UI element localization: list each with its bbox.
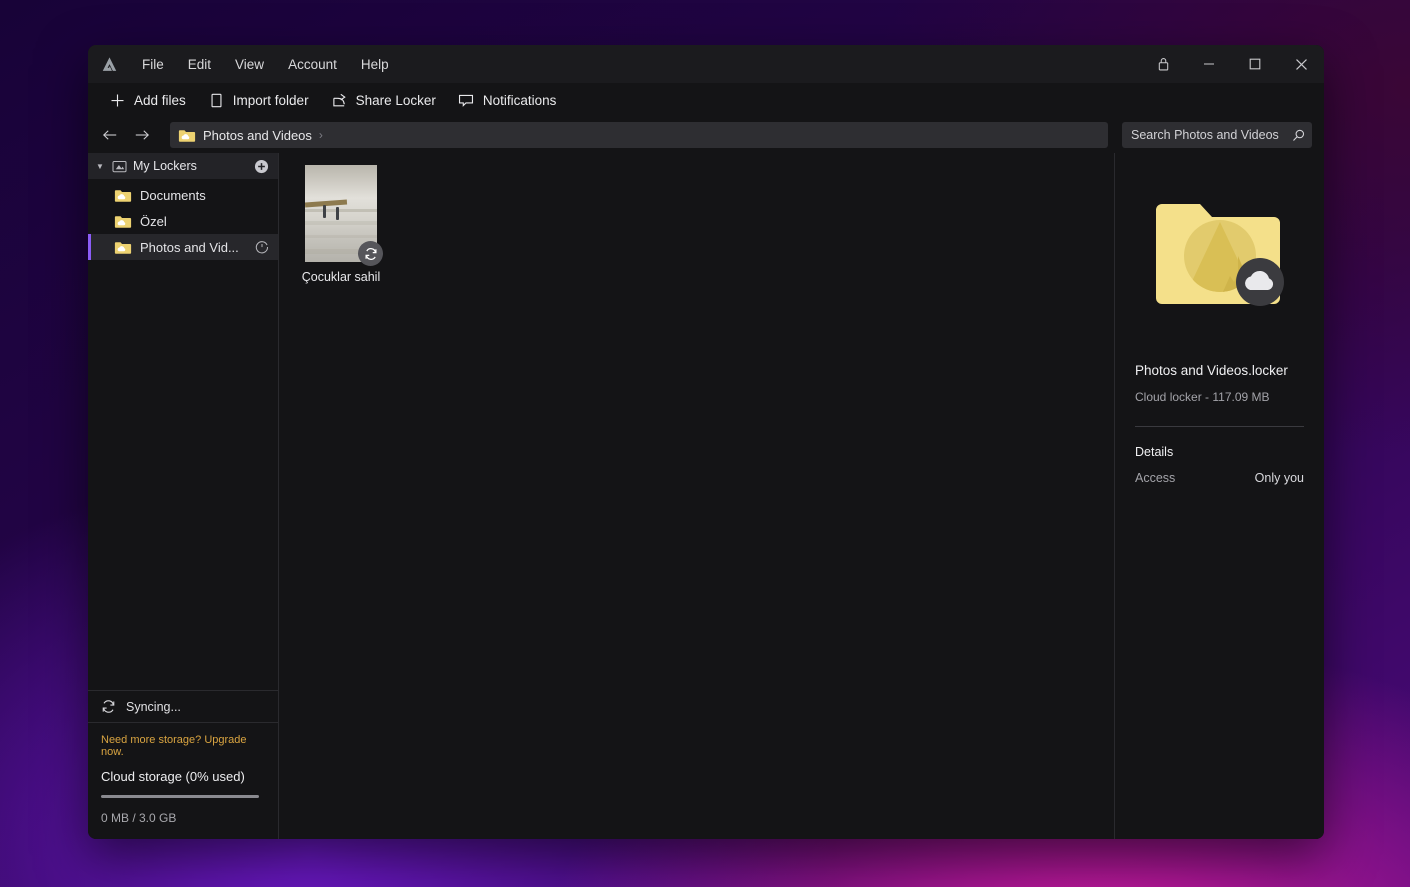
details-row-key: Access xyxy=(1135,471,1176,485)
sync-status-label: Syncing... xyxy=(126,699,181,714)
upgrade-storage-link[interactable]: Need more storage? Upgrade now. xyxy=(101,734,265,758)
chevron-down-icon[interactable]: ▼ xyxy=(94,162,106,171)
forward-button[interactable] xyxy=(128,122,156,148)
sidebar: ▼ My Lockers Documents Özel Photos and V… xyxy=(88,153,279,839)
close-button[interactable] xyxy=(1278,45,1324,83)
my-lockers-label: My Lockers xyxy=(133,159,197,173)
minimize-button[interactable] xyxy=(1186,45,1232,83)
share-icon xyxy=(331,92,348,109)
lockers-group-icon xyxy=(112,160,127,173)
breadcrumb[interactable]: Photos and Videos › xyxy=(170,122,1108,148)
details-divider xyxy=(1135,426,1304,427)
lock-button[interactable] xyxy=(1140,45,1186,83)
folder-cloud-icon xyxy=(114,188,132,203)
details-heading: Details xyxy=(1135,445,1174,459)
menu-item-edit[interactable]: Edit xyxy=(176,52,223,77)
folder-cloud-icon xyxy=(114,214,132,229)
details-row-access: Access Only you xyxy=(1135,471,1304,485)
file-item[interactable]: Çocuklar sahil xyxy=(295,165,387,284)
locker-folder-cloud-icon xyxy=(1135,153,1304,353)
sidebar-item-label: Photos and Vid... xyxy=(140,239,239,255)
sync-icon xyxy=(358,241,383,266)
search-box[interactable] xyxy=(1122,122,1312,148)
storage-section: Need more storage? Upgrade now. Cloud st… xyxy=(88,722,278,839)
cloud-storage-title: Cloud storage (0% used) xyxy=(101,769,245,784)
import-folder-button[interactable]: Import folder xyxy=(197,87,320,114)
sidebar-item-ozel[interactable]: Özel xyxy=(88,208,278,234)
menu-item-file[interactable]: File xyxy=(130,52,176,77)
pending-clock-icon xyxy=(255,240,269,254)
add-locker-icon[interactable] xyxy=(253,158,270,175)
plus-icon xyxy=(109,92,126,109)
breadcrumb-label: Photos and Videos xyxy=(203,127,312,143)
add-files-button[interactable]: Add files xyxy=(98,87,197,114)
sidebar-item-label: Documents xyxy=(140,187,206,203)
storage-used-label: 0 MB / 3.0 GB xyxy=(101,811,177,825)
sidebar-item-label: Özel xyxy=(140,213,167,229)
locker-list: Documents Özel Photos and Vid... xyxy=(88,179,278,260)
nordlocker-logo-icon xyxy=(94,49,124,79)
my-lockers-header[interactable]: ▼ My Lockers xyxy=(88,153,278,179)
search-icon[interactable] xyxy=(1292,129,1305,142)
file-area[interactable]: Çocuklar sahil xyxy=(279,153,1115,839)
file-name-label: Çocuklar sahil xyxy=(301,270,381,284)
menu-item-view[interactable]: View xyxy=(223,52,276,77)
toolbar: Add files Import folder Share Locker Not… xyxy=(88,83,1324,117)
search-input[interactable] xyxy=(1131,128,1292,142)
window-controls xyxy=(1140,45,1324,83)
sidebar-item-documents[interactable]: Documents xyxy=(88,182,278,208)
share-locker-button[interactable]: Share Locker xyxy=(320,87,447,114)
menu-item-help[interactable]: Help xyxy=(349,52,401,77)
app-window: File Edit View Account Help Add files Im… xyxy=(88,45,1324,839)
details-panel: Photos and Videos.locker Cloud locker - … xyxy=(1115,153,1324,839)
window-body: ▼ My Lockers Documents Özel Photos and V… xyxy=(88,153,1324,839)
folder-cloud-icon xyxy=(178,128,196,143)
share-locker-label: Share Locker xyxy=(355,92,436,108)
add-files-label: Add files xyxy=(134,92,186,108)
folder-cloud-icon xyxy=(114,240,132,255)
menu-item-account[interactable]: Account xyxy=(276,52,349,77)
notifications-button[interactable]: Notifications xyxy=(447,87,568,114)
notifications-label: Notifications xyxy=(482,92,557,108)
sync-icon xyxy=(101,699,116,714)
storage-progress-bar xyxy=(101,795,259,798)
back-button[interactable] xyxy=(96,122,124,148)
title-bar: File Edit View Account Help xyxy=(88,45,1324,83)
details-subtitle: Cloud locker - 117.09 MB xyxy=(1135,390,1270,404)
breadcrumb-separator: › xyxy=(318,128,323,142)
details-title: Photos and Videos.locker xyxy=(1135,363,1288,378)
maximize-button[interactable] xyxy=(1232,45,1278,83)
folder-import-icon xyxy=(208,92,225,109)
sidebar-item-photos-and-videos[interactable]: Photos and Vid... xyxy=(88,234,278,260)
sync-status-row: Syncing... xyxy=(88,690,278,722)
details-row-value: Only you xyxy=(1254,471,1304,485)
import-folder-label: Import folder xyxy=(232,92,309,108)
notification-icon xyxy=(458,92,475,109)
thumbnail-wrapper xyxy=(305,165,383,266)
file-grid: Çocuklar sahil xyxy=(295,165,1098,284)
menu-bar: File Edit View Account Help xyxy=(130,52,401,77)
navigation-bar: Photos and Videos › xyxy=(88,117,1324,153)
